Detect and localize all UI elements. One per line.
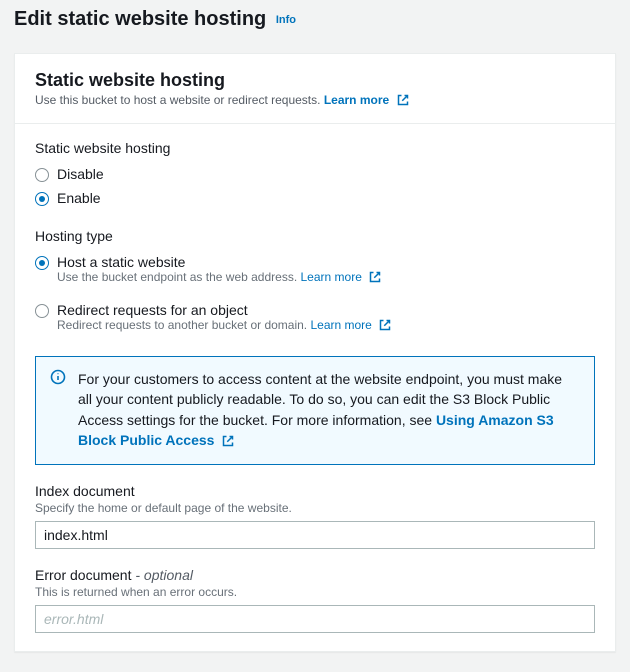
option-label: Disable [57,166,104,182]
radio-icon [35,192,49,206]
option-label: Host a static website [57,254,381,270]
hosting-panel: Static website hosting Use this bucket t… [14,53,616,652]
error-document-input[interactable] [35,605,595,633]
hosting-toggle-radio-group: Disable Enable [35,162,595,210]
hosting-disable-option[interactable]: Disable [35,162,595,186]
hosting-enable-option[interactable]: Enable [35,186,595,210]
error-document-section: Error document - optional This is return… [35,567,595,633]
option-sub: Redirect requests to another bucket or d… [57,318,391,334]
index-document-label: Index document [35,483,595,499]
page-title-text: Edit static website hosting [14,8,266,30]
hosting-type-static-option[interactable]: Host a static website Use the bucket end… [35,250,595,290]
radio-icon [35,256,49,270]
error-document-hint: This is returned when an error occurs. [35,585,595,599]
hosting-type-section: Hosting type Host a static website Use t… [35,228,595,338]
optional-suffix: - optional [135,567,193,583]
external-link-icon [222,432,234,452]
radio-icon [35,168,49,182]
radio-icon [35,304,49,318]
error-document-label-text: Error document [35,567,131,583]
learn-more-label: Learn more [324,93,389,107]
hosting-type-static-learn-more[interactable]: Learn more [301,270,382,284]
option-sub-text: Use the bucket endpoint as the web addre… [57,270,297,284]
option-label: Enable [57,190,101,206]
index-document-section: Index document Specify the home or defau… [35,483,595,549]
public-access-alert: For your customers to access content at … [35,356,595,465]
panel-subtitle-text: Use this bucket to host a website or red… [35,93,320,107]
option-label: Redirect requests for an object [57,302,391,318]
index-document-hint: Specify the home or default page of the … [35,501,595,515]
index-document-input[interactable] [35,521,595,549]
hosting-type-redirect-learn-more[interactable]: Learn more [310,318,391,332]
panel-subtitle: Use this bucket to host a website or red… [35,93,595,109]
hosting-type-label: Hosting type [35,228,595,244]
option-sub: Use the bucket endpoint as the web addre… [57,270,381,286]
hosting-toggle-label: Static website hosting [35,140,595,156]
external-link-icon [397,94,409,109]
panel-learn-more-link[interactable]: Learn more [324,93,409,107]
error-document-label: Error document - optional [35,567,595,583]
external-link-icon [379,319,391,334]
learn-more-label: Learn more [301,270,362,284]
external-link-icon [369,271,381,286]
hosting-type-radio-group: Host a static website Use the bucket end… [35,250,595,338]
panel-header: Static website hosting Use this bucket t… [15,54,615,124]
panel-title: Static website hosting [35,70,595,91]
option-sub-text: Redirect requests to another bucket or d… [57,318,307,332]
info-icon [50,369,66,390]
panel-body: Static website hosting Disable Enable [15,124,615,651]
page-title: Edit static website hosting Info [0,0,630,41]
learn-more-label: Learn more [310,318,371,332]
hosting-type-redirect-option[interactable]: Redirect requests for an object Redirect… [35,298,595,338]
hosting-toggle-section: Static website hosting Disable Enable [35,140,595,210]
info-link[interactable]: Info [276,14,296,26]
